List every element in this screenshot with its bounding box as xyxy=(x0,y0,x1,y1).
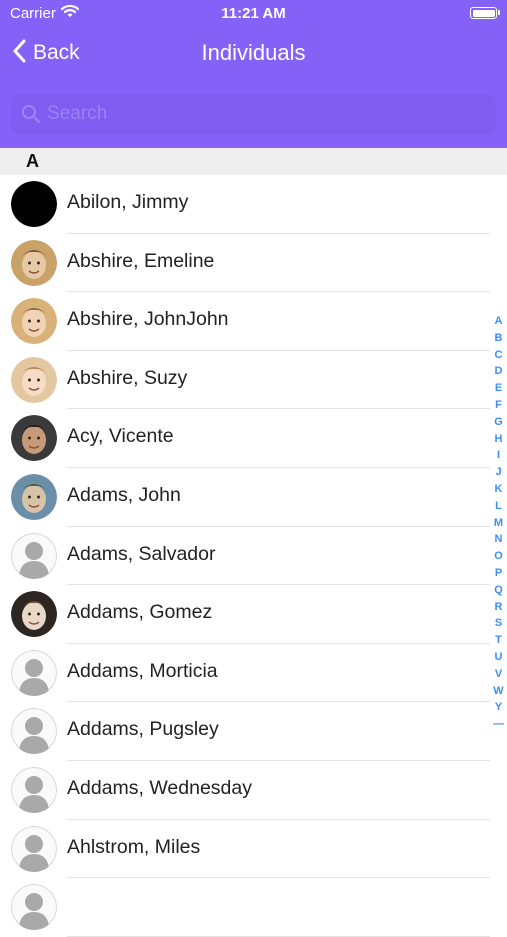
nav-bar: Back Individuals xyxy=(0,30,507,76)
contact-row[interactable] xyxy=(0,878,490,937)
contact-row[interactable]: Ahlstrom, Miles xyxy=(0,820,490,879)
index-letter[interactable]: P xyxy=(490,565,507,582)
index-letter[interactable]: H xyxy=(490,431,507,448)
index-letter[interactable]: M xyxy=(490,515,507,532)
index-letter[interactable]: O xyxy=(490,548,507,565)
back-button[interactable]: Back xyxy=(12,38,80,68)
person-silhouette-icon xyxy=(11,884,57,931)
contact-name: Abshire, Suzy xyxy=(67,366,188,389)
contact-name: Adams, Salvador xyxy=(67,542,216,565)
alphabet-index[interactable]: A B C D E F G H I J K L M N O P Q R S T U V W Y — xyxy=(490,313,507,733)
avatar xyxy=(11,298,57,345)
index-letter[interactable]: A xyxy=(490,313,507,330)
person-silhouette-icon xyxy=(11,825,57,872)
contact-row[interactable]: Addams, Gomez xyxy=(0,585,490,644)
avatar xyxy=(11,181,57,227)
index-letter[interactable]: R xyxy=(490,599,507,616)
person-silhouette-icon xyxy=(11,649,57,696)
contact-name: Acy, Vicente xyxy=(67,425,174,448)
avatar xyxy=(11,591,57,638)
contact-row[interactable]: Acy, Vicente xyxy=(0,409,490,468)
back-label: Back xyxy=(33,41,80,64)
contact-row[interactable]: Addams, Pugsley xyxy=(0,702,490,761)
index-letter[interactable]: I xyxy=(490,447,507,464)
index-letter[interactable]: N xyxy=(490,531,507,548)
status-time: 11:21 AM xyxy=(221,5,286,22)
index-letter[interactable]: Y xyxy=(490,699,507,716)
contact-name: Addams, Gomez xyxy=(67,601,213,624)
index-letter[interactable]: U xyxy=(490,649,507,666)
index-letter[interactable]: E xyxy=(490,380,507,397)
contact-name: Abshire, Emeline xyxy=(67,249,215,272)
person-silhouette-icon xyxy=(11,532,57,579)
contact-row[interactable]: Abshire, Suzy xyxy=(0,351,490,410)
contact-name: Addams, Pugsley xyxy=(67,718,219,741)
contact-name: Abilon, Jimmy xyxy=(67,191,189,213)
battery-nub xyxy=(498,10,500,15)
index-letter[interactable]: Q xyxy=(490,582,507,599)
chevron-left-icon xyxy=(12,39,26,68)
contact-row[interactable]: Abshire, Emeline xyxy=(0,234,490,293)
contact-row[interactable]: Addams, Wednesday xyxy=(0,761,490,820)
search-field[interactable] xyxy=(11,94,496,134)
contact-name: Abshire, JohnJohn xyxy=(67,308,229,331)
search-input[interactable] xyxy=(47,94,487,134)
contact-list: Abilon, Jimmy Abshire, Emeline Abshire, Jo… xyxy=(0,175,490,937)
contact-row[interactable]: Abilon, Jimmy xyxy=(0,175,490,234)
contact-name: Adams, John xyxy=(67,483,181,506)
section-letter: A xyxy=(26,151,39,171)
nav-header: Carrier 11:21 AM Back Individuals xyxy=(0,0,507,148)
contact-name: Addams, Morticia xyxy=(67,659,218,682)
avatar xyxy=(11,356,57,403)
index-letter[interactable]: F xyxy=(490,397,507,414)
avatar xyxy=(11,415,57,462)
contact-row[interactable]: Addams, Morticia xyxy=(0,644,490,703)
person-silhouette-icon xyxy=(11,708,57,755)
search-icon xyxy=(21,104,41,129)
avatar xyxy=(11,473,57,520)
person-silhouette-icon xyxy=(11,766,57,813)
index-letter[interactable]: W xyxy=(490,683,507,700)
index-letter[interactable]: C xyxy=(490,347,507,364)
index-letter[interactable]: L xyxy=(490,498,507,515)
index-letter[interactable]: J xyxy=(490,464,507,481)
avatar xyxy=(11,239,57,286)
contact-name: Addams, Wednesday xyxy=(67,776,252,799)
index-letter[interactable]: D xyxy=(490,363,507,380)
section-header: A xyxy=(0,148,507,175)
index-letter[interactable]: T xyxy=(490,632,507,649)
contact-row[interactable]: Abshire, JohnJohn xyxy=(0,292,490,351)
contact-name: Ahlstrom, Miles xyxy=(67,835,201,858)
index-letter[interactable]: G xyxy=(490,414,507,431)
battery-icon xyxy=(470,7,497,19)
contact-row[interactable]: Adams, John xyxy=(0,468,490,527)
index-letter[interactable]: K xyxy=(490,481,507,498)
contact-row[interactable]: Adams, Salvador xyxy=(0,527,490,586)
index-letter[interactable]: S xyxy=(490,615,507,632)
status-bar: Carrier 11:21 AM xyxy=(0,0,507,30)
index-letter[interactable]: V xyxy=(490,666,507,683)
index-letter[interactable]: — xyxy=(490,716,507,733)
index-letter[interactable]: B xyxy=(490,330,507,347)
